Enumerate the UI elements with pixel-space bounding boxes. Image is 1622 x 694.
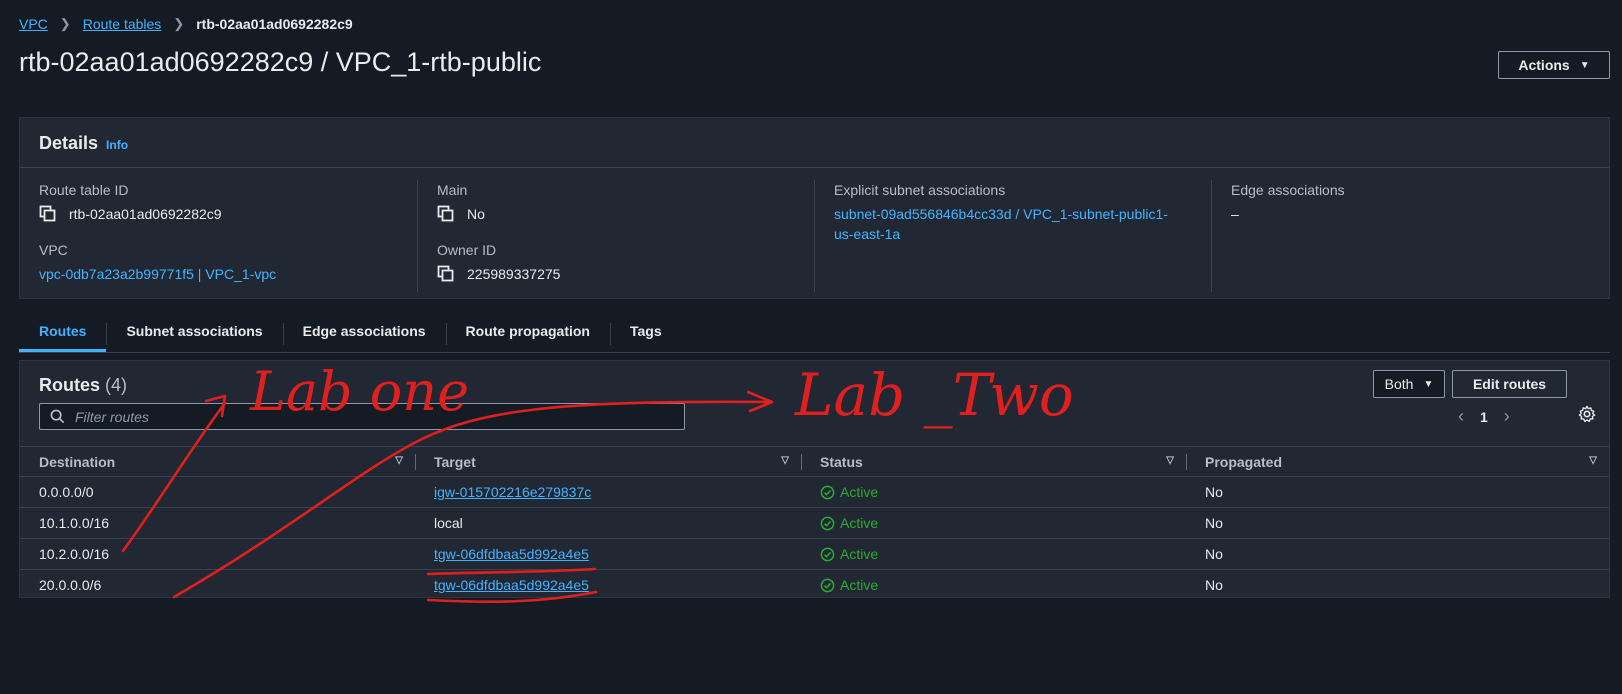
routes-title-text: Routes [39,375,101,395]
destination-cell: 0.0.0.0/0 [20,476,415,508]
target-link[interactable]: tgw-06dfdbaa5d992a4e5 [434,577,589,593]
breadcrumb-current: rtb-02aa01ad0692282c9 [196,16,353,32]
details-header: Details Info [20,118,1609,168]
check-circle-icon [820,578,835,593]
page-title: rtb-02aa01ad0692282c9 / VPC_1-rtb-public [19,47,542,77]
owner-id-text: 225989337275 [467,266,561,282]
column-header-destination[interactable]: Destination ▽ [20,446,415,477]
destination-cell: 20.0.0.0/6 [39,577,102,594]
chevron-right-icon[interactable]: › [1504,406,1510,427]
tab-subnet-associations[interactable]: Subnet associations [106,317,282,351]
filter-routes-field[interactable] [39,403,685,430]
target-link[interactable]: igw-015702216e279837c [434,484,591,500]
caret-down-icon: ▼ [1579,59,1590,71]
routes-panel: Routes (4) Both ▼ Edit routes ‹ 1 › Dest… [19,360,1610,598]
chevron-left-icon[interactable]: ‹ [1458,406,1464,427]
route-table-id-label: Route table ID [39,182,129,198]
tab-route-propagation[interactable]: Route propagation [445,317,610,351]
details-column-2: Main No Owner ID 225989337275 [417,180,814,292]
sort-icon: ▽ [1589,455,1597,466]
caret-down-icon: ▼ [1423,378,1434,390]
main-label: Main [437,182,468,198]
page-number[interactable]: 1 [1480,409,1488,425]
check-circle-icon [820,547,835,561]
status-badge: Active [820,546,1167,562]
actions-button[interactable]: Actions ▼ [1498,51,1610,79]
breadcrumb-vpc-link[interactable]: VPC [19,16,48,32]
actions-label: Actions [1518,57,1570,73]
tab-edge-associations[interactable]: Edge associations [282,317,446,351]
edge-associations-value: – [1231,206,1239,222]
target-cell: local [415,507,801,539]
copy-icon[interactable] [437,265,455,283]
sort-icon: ▽ [781,455,789,466]
explicit-subnet-link[interactable]: subnet-09ad556846b4cc33d / VPC_1-subnet-… [834,204,1192,244]
route-type-select[interactable]: Both ▼ [1373,370,1445,398]
routes-table: Destination ▽ Target ▽ Status ▽ Propagated ▽… [20,446,1609,601]
info-link[interactable]: Info [106,138,128,152]
status-badge: Active [820,515,1167,531]
explicit-subnet-line-2: us-east-1a [834,226,901,242]
table-row: 0.0.0.0/0 igw-015702216e279837c Active N… [20,476,1609,508]
copy-icon[interactable] [39,205,57,223]
details-panel: Details Info Route table ID rtb-02aa01ad… [19,117,1610,299]
main-text: No [467,206,485,222]
check-circle-icon [820,516,835,530]
main-value: No [437,204,795,224]
route-type-value: Both [1384,376,1414,392]
table-row: 20.0.0.0/6 tgw-06dfdbaa5d992a4e5 Active … [20,570,1609,601]
details-column-1: Route table ID rtb-02aa01ad0692282c9 VPC… [20,180,417,292]
sort-icon: ▽ [1166,455,1174,466]
route-table-id-text: rtb-02aa01ad0692282c9 [69,206,222,222]
route-table-id-value: rtb-02aa01ad0692282c9 [39,204,398,224]
propagated-cell: No [1186,507,1609,539]
propagated-cell: No [1186,538,1609,570]
propagated-cell: No [1186,476,1609,508]
details-column-3: Explicit subnet associations subnet-09ad… [814,180,1211,292]
filter-routes-input[interactable] [75,408,655,425]
status-badge: Active [820,484,1167,500]
breadcrumb-route-tables-link[interactable]: Route tables [83,16,162,32]
tab-routes[interactable]: Routes [19,317,107,352]
owner-id-label: Owner ID [437,242,497,258]
gear-icon[interactable] [1578,405,1596,423]
destination-cell: 10.1.0.0/16 [20,507,415,539]
search-icon [50,409,65,424]
breadcrumb: VPC ❯ Route tables ❯ rtb-02aa01ad0692282… [19,16,353,32]
column-header-status[interactable]: Status ▽ [801,446,1186,477]
details-column-4: Edge associations – [1211,180,1608,292]
propagated-cell: No [1205,577,1223,594]
column-header-target[interactable]: Target ▽ [415,446,801,477]
column-header-propagated[interactable]: Propagated ▽ [1186,446,1609,477]
chevron-right-icon: ❯ [59,16,71,31]
vpc-link[interactable]: vpc-0db7a23a2b99771f5 | VPC_1-vpc [39,264,398,284]
table-row: 10.2.0.0/16 tgw-06dfdbaa5d992a4e5 Active… [20,538,1609,570]
copy-icon[interactable] [437,205,455,223]
details-title: Details [39,133,99,153]
routes-count: (4) [105,375,128,395]
destination-cell: 10.2.0.0/16 [20,538,415,570]
pagination: ‹ 1 › [1458,406,1510,427]
sort-icon: ▽ [395,455,403,466]
status-badge: Active [820,577,1167,593]
routes-title: Routes (4) [39,375,127,396]
table-row: 10.1.0.0/16 local Active No [20,507,1609,539]
target-link[interactable]: tgw-06dfdbaa5d992a4e5 [434,546,589,562]
vpc-label: VPC [39,242,68,258]
tab-tags[interactable]: Tags [609,317,682,351]
explicit-subnet-label: Explicit subnet associations [834,182,1006,198]
tab-bar: Routes Subnet associations Edge associat… [19,317,1610,353]
check-circle-icon [820,485,835,499]
edge-associations-label: Edge associations [1231,182,1345,198]
edit-routes-button[interactable]: Edit routes [1452,370,1567,398]
owner-id-value: 225989337275 [437,264,795,284]
chevron-right-icon: ❯ [173,16,185,31]
table-header-row: Destination ▽ Target ▽ Status ▽ Propagated ▽ [20,446,1609,477]
explicit-subnet-line-1: subnet-09ad556846b4cc33d / VPC_1-subnet-… [834,206,1168,222]
